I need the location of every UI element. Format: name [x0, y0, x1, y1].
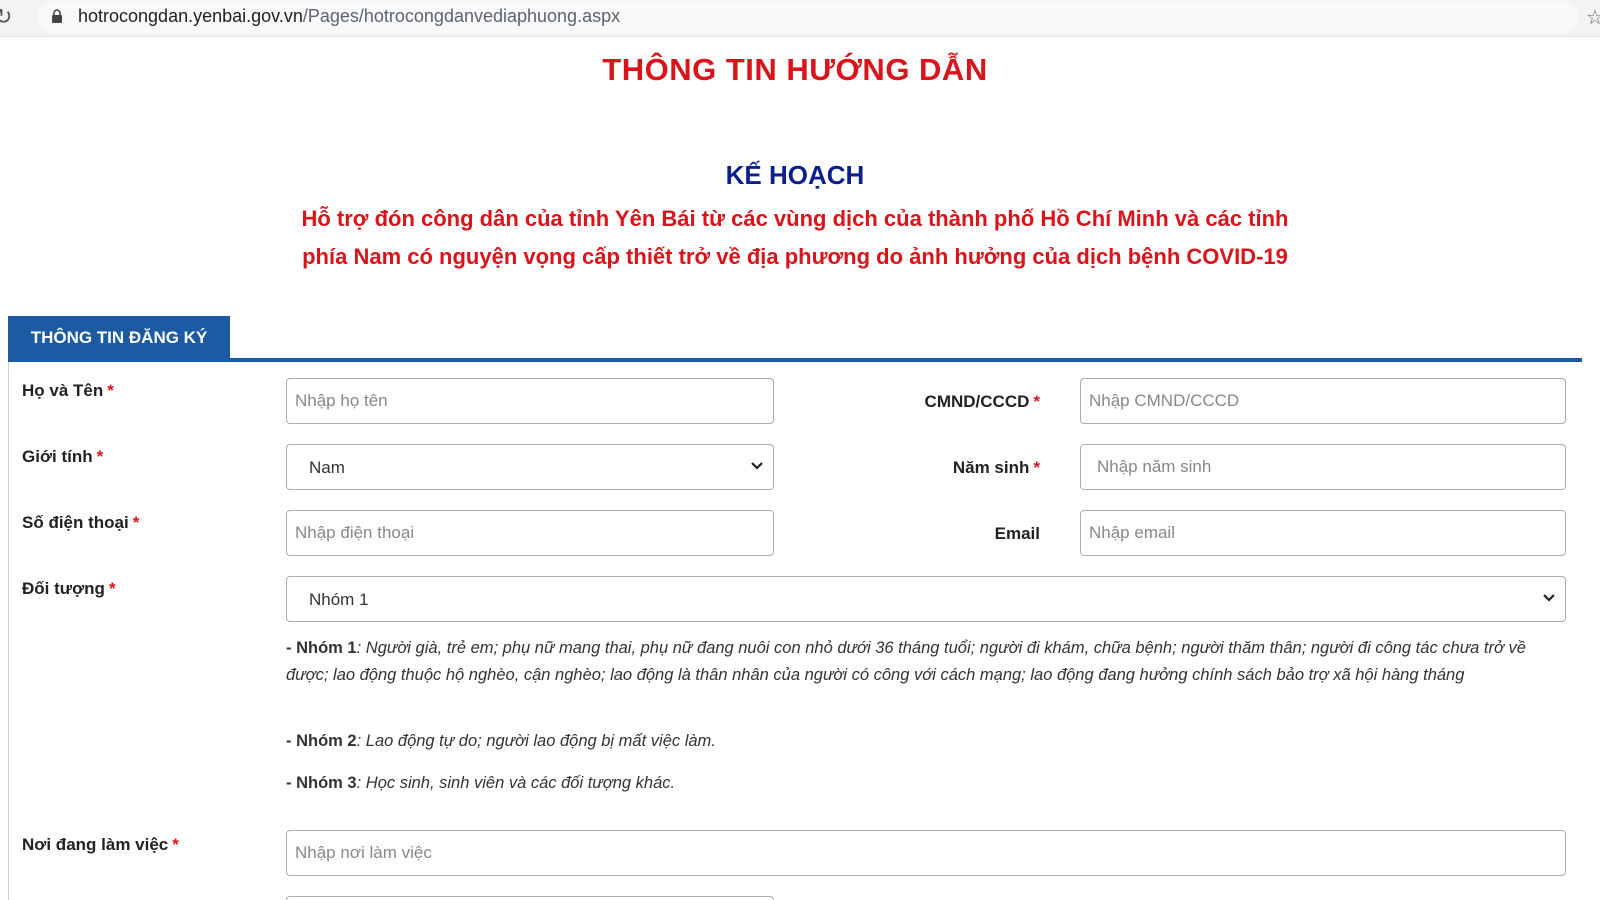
group-label: Đối tượng *	[22, 579, 116, 599]
group-description-name: Nhóm 1	[296, 639, 357, 657]
page-title: THÔNG TIN HƯỚNG DẪN	[602, 52, 988, 87]
group-label-text: Đối tượng	[22, 579, 105, 598]
reload-icon[interactable]: ↻	[0, 4, 12, 30]
section-tab-registration: THÔNG TIN ĐĂNG KÝ	[8, 316, 230, 360]
url-text: hotrocongdan.yenbai.gov.vn/Pages/hotroco…	[78, 6, 620, 27]
workplace-label: Nơi đang làm việc *	[22, 835, 179, 855]
gender-selected-value: Nam	[309, 458, 345, 477]
group-description-2: - Nhóm 2: Lao động tự do; người lao động…	[286, 732, 716, 750]
plan-title: KẾ HOẠCH	[725, 160, 865, 190]
group-description-3: - Nhóm 3: Học sinh, sinh viên và các đối…	[286, 774, 676, 792]
id-card-label-text: CMND/CCCD	[924, 392, 1030, 411]
required-mark: *	[132, 513, 140, 532]
email-input[interactable]	[1080, 510, 1566, 556]
group-description-text: Học sinh, sinh viên và các đối tượng khá…	[365, 774, 676, 792]
required-mark: *	[107, 381, 114, 400]
gender-select[interactable]: Nam	[286, 444, 774, 490]
required-mark: *	[1033, 458, 1040, 477]
required-mark: *	[1033, 392, 1040, 411]
required-mark: *	[108, 579, 116, 598]
full-name-label: Họ và Tên *	[22, 381, 114, 401]
url-path: /Pages/hotrocongdanvediaphuong.aspx	[302, 6, 621, 26]
email-label-text: Email	[994, 524, 1040, 543]
next-field-partial[interactable]	[286, 896, 774, 900]
birth-year-label-text: Năm sinh	[952, 458, 1030, 477]
workplace-input[interactable]	[286, 830, 1566, 876]
full-name-input[interactable]	[286, 378, 774, 424]
birth-year-label: Năm sinh *	[850, 458, 1040, 478]
url-domain: hotrocongdan.yenbai.gov.vn	[78, 6, 303, 26]
phone-label: Số điện thoại *	[22, 513, 139, 533]
bookmark-star-icon[interactable]: ☆	[1586, 5, 1600, 30]
gender-label: Giới tính *	[22, 447, 103, 467]
chevron-down-icon	[751, 462, 763, 470]
plan-subtitle: Hỗ trợ đón công dân của tỉnh Yên Bái từ …	[301, 206, 1289, 269]
browser-toolbar: ↻ hotrocongdan.yenbai.gov.vn/Pages/hotro…	[0, 0, 1600, 37]
chevron-down-icon	[1543, 594, 1555, 602]
group-description-1: - Nhóm 1: Người già, trẻ em; phụ nữ mang…	[286, 639, 1526, 684]
form-left-border	[8, 362, 9, 900]
group-description-name: Nhóm 3	[296, 774, 357, 792]
full-name-label-text: Họ và Tên	[22, 381, 104, 400]
id-card-label: CMND/CCCD *	[850, 392, 1040, 412]
group-description-text: Người già, trẻ em; phụ nữ mang thai, phụ…	[286, 639, 1526, 684]
group-select[interactable]: Nhóm 1	[286, 576, 1566, 622]
workplace-label-text: Nơi đang làm việc	[22, 835, 169, 854]
group-description-text: Lao động tự do; người lao động bị mất vi…	[365, 732, 716, 750]
id-card-input[interactable]	[1080, 378, 1566, 424]
gender-label-text: Giới tính	[22, 447, 93, 466]
group-description-name: Nhóm 2	[296, 732, 357, 750]
required-mark: *	[96, 447, 104, 466]
birth-year-input[interactable]	[1080, 444, 1566, 490]
required-mark: *	[172, 835, 179, 854]
group-selected-value: Nhóm 1	[309, 590, 369, 609]
email-label: Email	[850, 524, 1040, 544]
phone-input[interactable]	[286, 510, 774, 556]
section-divider	[8, 358, 1582, 362]
lock-icon	[52, 9, 62, 23]
phone-label-text: Số điện thoại	[22, 513, 129, 532]
